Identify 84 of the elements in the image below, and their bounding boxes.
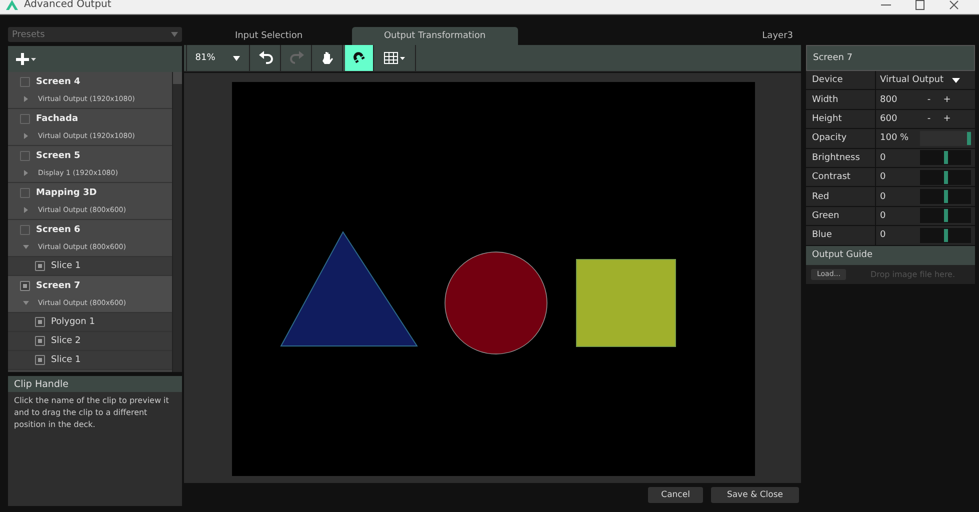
- checkbox[interactable]: [20, 224, 30, 234]
- property-label: Opacity: [806, 129, 876, 148]
- close-icon: [949, 0, 959, 10]
- checkbox[interactable]: [35, 355, 45, 365]
- slice-item[interactable]: Slice 1: [8, 257, 172, 276]
- increment-button[interactable]: +: [938, 114, 956, 124]
- slider-track[interactable]: [920, 208, 971, 224]
- dialog-button[interactable]: Cancel: [648, 486, 703, 502]
- scrollbar-thumb[interactable]: [172, 72, 182, 84]
- slider-track[interactable]: [920, 150, 971, 166]
- slider-track[interactable]: [920, 170, 971, 185]
- app-logo-icon: [6, 0, 18, 10]
- device-dropdown[interactable]: Virtual Output: [880, 75, 960, 86]
- plus-icon: [16, 53, 36, 65]
- slider-handle[interactable]: [944, 170, 948, 184]
- undo-icon: [258, 51, 273, 65]
- checkbox[interactable]: [20, 280, 30, 290]
- value-field[interactable]: 0: [880, 230, 920, 240]
- panel-title: Screen 7: [806, 45, 975, 71]
- scrollbar[interactable]: [172, 72, 182, 372]
- value-field[interactable]: 0: [880, 172, 920, 182]
- value-field[interactable]: 0: [880, 192, 920, 202]
- checkbox[interactable]: [20, 150, 30, 160]
- help-title: Clip Handle: [8, 376, 182, 392]
- checkbox[interactable]: [35, 336, 45, 346]
- screen-name: Screen 4: [36, 76, 80, 86]
- slice-name: Slice 1: [51, 355, 81, 365]
- property-label: Brightness: [806, 148, 876, 167]
- screen-name: Screen 5: [36, 150, 80, 160]
- screen-name: Fachada: [36, 114, 78, 124]
- slider-track[interactable]: [920, 228, 971, 243]
- property-label: Width: [806, 90, 876, 109]
- caret-icon: [952, 78, 960, 83]
- add-button[interactable]: [16, 53, 36, 65]
- slice-name: Polygon 1: [51, 317, 95, 327]
- screen-name: Mapping 3D: [36, 188, 97, 198]
- help-text: Click the name of the clip to preview it and to drag the clip to a different position in the deck.: [8, 392, 182, 506]
- hand-icon: [320, 51, 335, 65]
- property-label: Device: [806, 71, 876, 90]
- slice-item[interactable]: Slice 2: [8, 332, 172, 351]
- layer-label: Layer3: [762, 31, 793, 41]
- maximize-icon: [915, 0, 925, 10]
- slider-handle[interactable]: [944, 228, 948, 242]
- redo-icon: [290, 51, 304, 65]
- tab[interactable]: Output Transformation: [352, 27, 518, 45]
- value-field[interactable]: 600: [880, 114, 920, 124]
- slice-name: Slice 1: [51, 261, 81, 271]
- property-label: Blue: [806, 226, 876, 245]
- slice-name: Slice 2: [51, 336, 81, 346]
- checkbox[interactable]: [20, 188, 30, 198]
- zoom-dropdown[interactable]: 81%: [186, 45, 250, 71]
- slider-track[interactable]: [920, 130, 971, 146]
- checkbox[interactable]: [35, 261, 45, 271]
- property-label: Green: [806, 206, 876, 226]
- property-label: Height: [806, 110, 876, 128]
- decrement-button[interactable]: -: [920, 114, 938, 124]
- slice-item[interactable]: Polygon 1: [8, 313, 172, 332]
- magnet-icon: [352, 51, 366, 65]
- checkbox[interactable]: [35, 317, 45, 327]
- caret-icon: [233, 56, 240, 60]
- magnet-button[interactable]: [344, 45, 374, 71]
- increment-button[interactable]: +: [938, 94, 956, 105]
- caret-icon: [170, 32, 178, 37]
- checkbox[interactable]: [20, 114, 30, 124]
- value-field[interactable]: 100 %: [880, 133, 920, 144]
- slider-handle[interactable]: [944, 151, 948, 164]
- decrement-button[interactable]: -: [920, 94, 938, 105]
- grid-icon: [384, 51, 406, 65]
- screen-name: Screen 7: [36, 280, 80, 290]
- slider-handle[interactable]: [944, 190, 948, 204]
- value-field[interactable]: 0: [880, 152, 920, 163]
- slider-track[interactable]: [920, 189, 971, 204]
- property-label: Red: [806, 187, 876, 206]
- section-title: Output Guide: [806, 246, 975, 265]
- property-label: Contrast: [806, 168, 876, 186]
- checkbox[interactable]: [20, 76, 30, 86]
- value-field[interactable]: 800: [880, 94, 920, 105]
- slice-item[interactable]: Slice 1: [8, 351, 172, 370]
- value-field[interactable]: 0: [880, 210, 920, 221]
- tab[interactable]: Input Selection: [186, 27, 352, 45]
- slider-handle[interactable]: [944, 209, 948, 222]
- screen-name: Screen 6: [36, 224, 80, 234]
- slider-handle[interactable]: [967, 132, 971, 145]
- dialog-button[interactable]: Save & Close: [710, 486, 799, 502]
